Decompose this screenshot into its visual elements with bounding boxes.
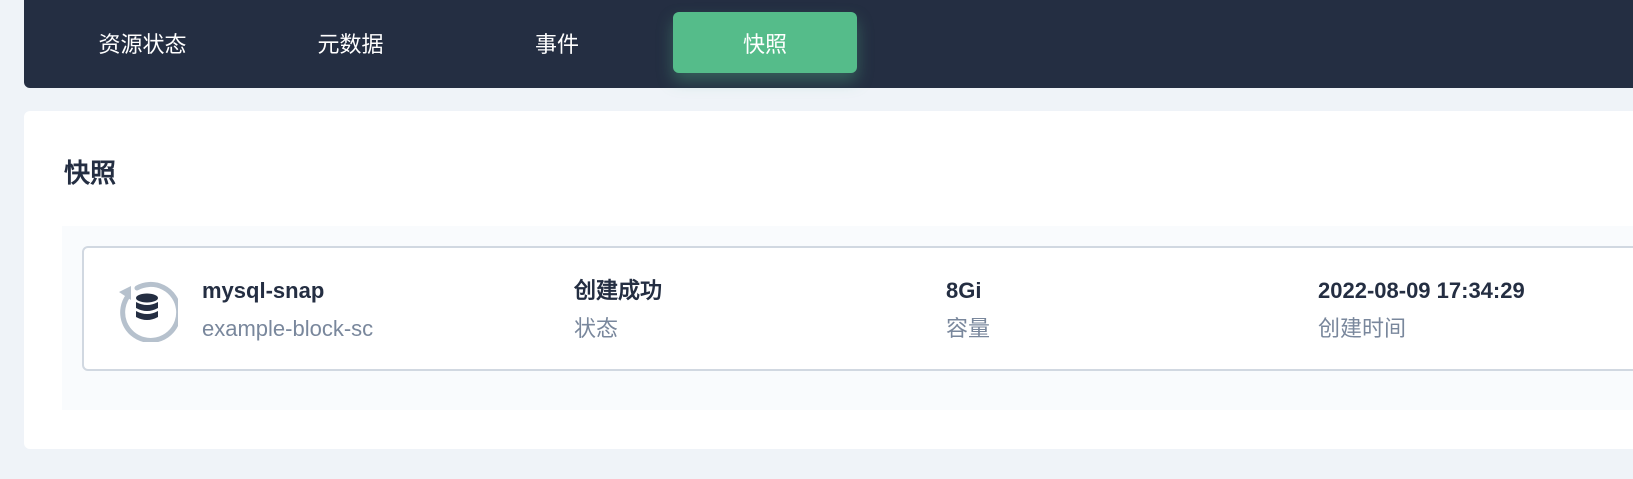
snapshot-storage-class: example-block-sc bbox=[202, 316, 374, 341]
snapshot-status-column: 创建成功 状态 bbox=[574, 276, 662, 344]
snapshot-capacity-value: 8Gi bbox=[946, 278, 982, 303]
snapshot-name[interactable]: mysql-snap bbox=[202, 276, 373, 306]
snapshot-capacity-column: 8Gi 容量 bbox=[946, 276, 990, 344]
snapshot-panel: 快照 mysql-snap example-block-sc 创建成功 状态 8… bbox=[24, 111, 1633, 449]
snapshot-capacity-label: 容量 bbox=[946, 316, 991, 341]
tab-events[interactable]: 事件 bbox=[481, 12, 633, 73]
snapshot-status-value: 创建成功 bbox=[574, 278, 663, 303]
snapshot-created-column: 2022-08-09 17:34:29 创建时间 bbox=[1318, 276, 1525, 344]
snapshot-name-column: mysql-snap example-block-sc bbox=[202, 276, 373, 344]
snapshot-database-icon bbox=[119, 281, 178, 342]
detail-tab-bar: 资源状态 元数据 事件 快照 bbox=[24, 0, 1633, 88]
snapshot-list: mysql-snap example-block-sc 创建成功 状态 8Gi … bbox=[62, 226, 1633, 410]
tab-metadata[interactable]: 元数据 bbox=[274, 12, 427, 73]
tab-snapshots[interactable]: 快照 bbox=[673, 12, 857, 73]
panel-title: 快照 bbox=[64, 158, 117, 188]
tab-resource-status[interactable]: 资源状态 bbox=[64, 12, 221, 73]
snapshot-status-label: 状态 bbox=[574, 316, 619, 341]
snapshot-created-value: 2022-08-09 17:34:29 bbox=[1318, 278, 1525, 303]
snapshot-created-label: 创建时间 bbox=[1318, 316, 1407, 341]
snapshot-card[interactable]: mysql-snap example-block-sc 创建成功 状态 8Gi … bbox=[82, 246, 1633, 371]
